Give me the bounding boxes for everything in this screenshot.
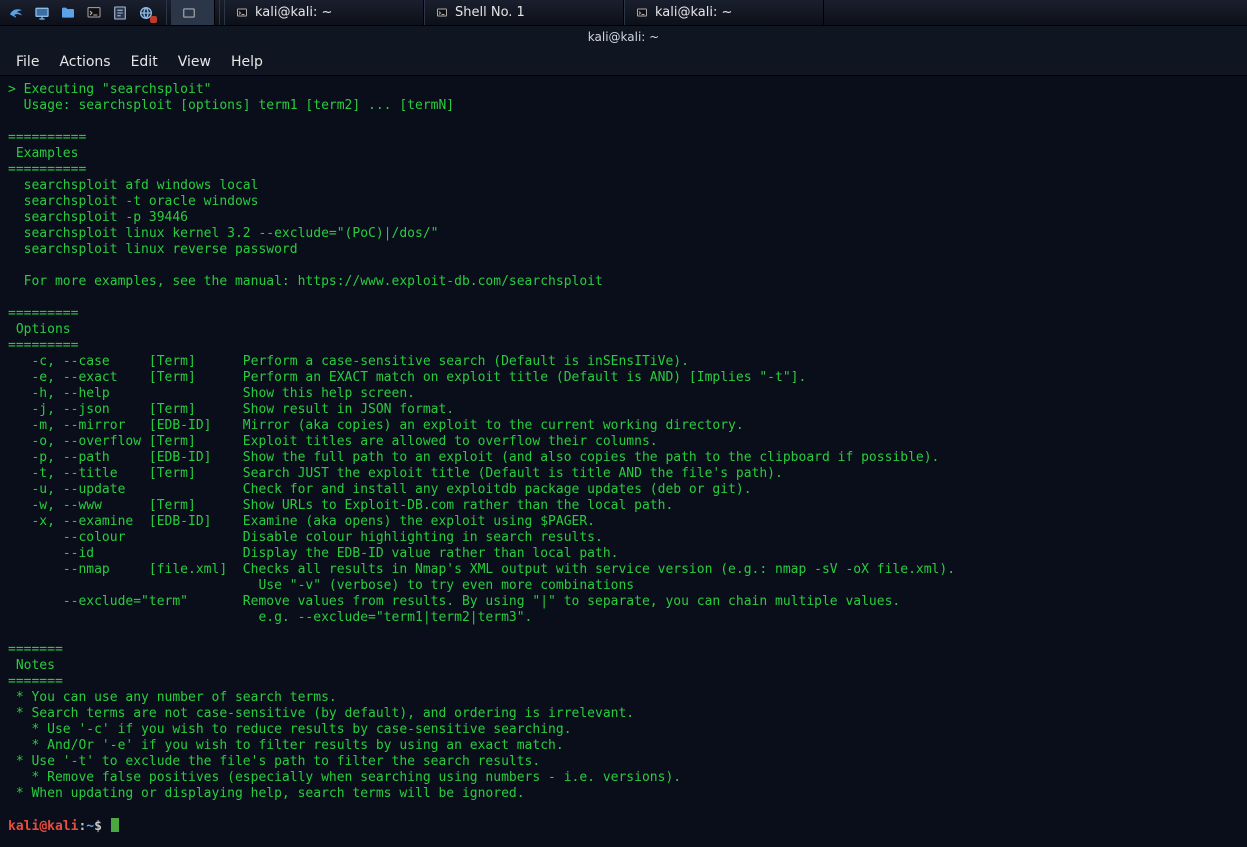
terminal-line: --exclude="term" Remove values from resu… xyxy=(8,594,1239,610)
panel-launcher-area xyxy=(0,0,162,25)
terminal-line: ======= xyxy=(8,674,1239,690)
window-titlebar: kali@kali: ~ xyxy=(0,26,1247,48)
terminal-line: -e, --exact [Term] Perform an EXACT matc… xyxy=(8,370,1239,386)
prompt-path: ~ xyxy=(86,819,94,834)
terminal-icon xyxy=(635,7,649,19)
terminal-line xyxy=(8,290,1239,306)
terminal-line: * Search terms are not case-sensitive (b… xyxy=(8,706,1239,722)
menu-view[interactable]: View xyxy=(178,54,211,70)
menu-file[interactable]: File xyxy=(16,54,39,70)
menu-actions[interactable]: Actions xyxy=(59,54,110,70)
terminal-line: searchsploit -p 39446 xyxy=(8,210,1239,226)
editor-icon[interactable] xyxy=(108,2,132,24)
terminal-quicklaunch-icon[interactable] xyxy=(82,2,106,24)
terminal-line: * Remove false positives (especially whe… xyxy=(8,770,1239,786)
terminal-line: ========== xyxy=(8,130,1239,146)
terminal-line: -x, --examine [EDB-ID] Examine (aka open… xyxy=(8,514,1239,530)
terminal-line: -c, --case [Term] Perform a case-sensiti… xyxy=(8,354,1239,370)
terminal-cursor xyxy=(111,818,119,832)
terminal-line: * And/Or '-e' if you wish to filter resu… xyxy=(8,738,1239,754)
terminal-line: * Use '-c' if you wish to reduce results… xyxy=(8,722,1239,738)
menu-help[interactable]: Help xyxy=(231,54,263,70)
terminal-icon xyxy=(235,7,249,19)
terminal-line: Notes xyxy=(8,658,1239,674)
terminal-line xyxy=(8,114,1239,130)
terminal-line: -p, --path [EDB-ID] Show the full path t… xyxy=(8,450,1239,466)
desktop-icon[interactable] xyxy=(30,2,54,24)
taskbar-item-2[interactable]: kali@kali: ~ xyxy=(624,0,824,25)
prompt-at: @ xyxy=(39,819,47,834)
taskbar-label: kali@kali: ~ xyxy=(255,5,332,20)
terminal-icon xyxy=(435,7,449,19)
taskbar-label: kali@kali: ~ xyxy=(655,5,732,20)
window-title: kali@kali: ~ xyxy=(588,30,659,44)
terminal-line: -j, --json [Term] Show result in JSON fo… xyxy=(8,402,1239,418)
terminal-line: -w, --www [Term] Show URLs to Exploit-DB… xyxy=(8,498,1239,514)
terminal-line: -m, --mirror [EDB-ID] Mirror (aka copies… xyxy=(8,418,1239,434)
panel-separator xyxy=(166,0,167,25)
task-desktop-pager[interactable] xyxy=(171,0,215,25)
terminal-line xyxy=(8,626,1239,642)
terminal-prompt[interactable]: kali@kali:~$ xyxy=(8,818,1239,835)
terminal-line: -h, --help Show this help screen. xyxy=(8,386,1239,402)
prompt-user: kali xyxy=(8,819,39,834)
terminal-line: searchsploit linux reverse password xyxy=(8,242,1239,258)
terminal-line: ========== xyxy=(8,162,1239,178)
terminal-line: e.g. --exclude="term1|term2|term3". xyxy=(8,610,1239,626)
terminal-line: -o, --overflow [Term] Exploit titles are… xyxy=(8,434,1239,450)
terminal-line: searchsploit -t oracle windows xyxy=(8,194,1239,210)
terminal-line: -t, --title [Term] Search JUST the explo… xyxy=(8,466,1239,482)
terminal-line: For more examples, see the manual: https… xyxy=(8,274,1239,290)
terminal-line: -u, --update Check for and install any e… xyxy=(8,482,1239,498)
taskbar-item-0[interactable]: kali@kali: ~ xyxy=(224,0,424,25)
terminal-output[interactable]: > Executing "searchsploit" Usage: search… xyxy=(0,76,1247,847)
prompt-host: kali xyxy=(47,819,78,834)
terminal-line: * You can use any number of search terms… xyxy=(8,690,1239,706)
terminal-line xyxy=(8,258,1239,274)
terminal-line: searchsploit afd windows local xyxy=(8,178,1239,194)
terminal-menubar: File Actions Edit View Help xyxy=(0,48,1247,76)
taskbar-label: Shell No. 1 xyxy=(455,5,525,20)
window-icon xyxy=(182,6,196,20)
terminal-line: Usage: searchsploit [options] term1 [ter… xyxy=(8,98,1239,114)
terminal-line: --id Display the EDB-ID value rather tha… xyxy=(8,546,1239,562)
terminal-line: Examples xyxy=(8,146,1239,162)
terminal-line xyxy=(8,802,1239,818)
terminal-line: searchsploit linux kernel 3.2 --exclude=… xyxy=(8,226,1239,242)
menu-edit[interactable]: Edit xyxy=(131,54,158,70)
terminal-line: Options xyxy=(8,322,1239,338)
kali-menu-icon[interactable] xyxy=(4,2,28,24)
system-panel: kali@kali: ~ Shell No. 1 kali@kali: ~ xyxy=(0,0,1247,26)
globe-icon[interactable] xyxy=(134,2,158,24)
terminal-line: --colour Disable colour highlighting in … xyxy=(8,530,1239,546)
terminal-line: Use "-v" (verbose) to try even more comb… xyxy=(8,578,1239,594)
prompt-symbol: $ xyxy=(94,819,102,834)
files-icon[interactable] xyxy=(56,2,80,24)
terminal-line: --nmap [file.xml] Checks all results in … xyxy=(8,562,1239,578)
terminal-line: ======= xyxy=(8,642,1239,658)
terminal-line: * Use '-t' to exclude the file's path to… xyxy=(8,754,1239,770)
terminal-line: ========= xyxy=(8,338,1239,354)
panel-separator xyxy=(219,0,220,25)
terminal-line: ========= xyxy=(8,306,1239,322)
taskbar-item-1[interactable]: Shell No. 1 xyxy=(424,0,624,25)
terminal-line: > Executing "searchsploit" xyxy=(8,82,1239,98)
terminal-line: * When updating or displaying help, sear… xyxy=(8,786,1239,802)
